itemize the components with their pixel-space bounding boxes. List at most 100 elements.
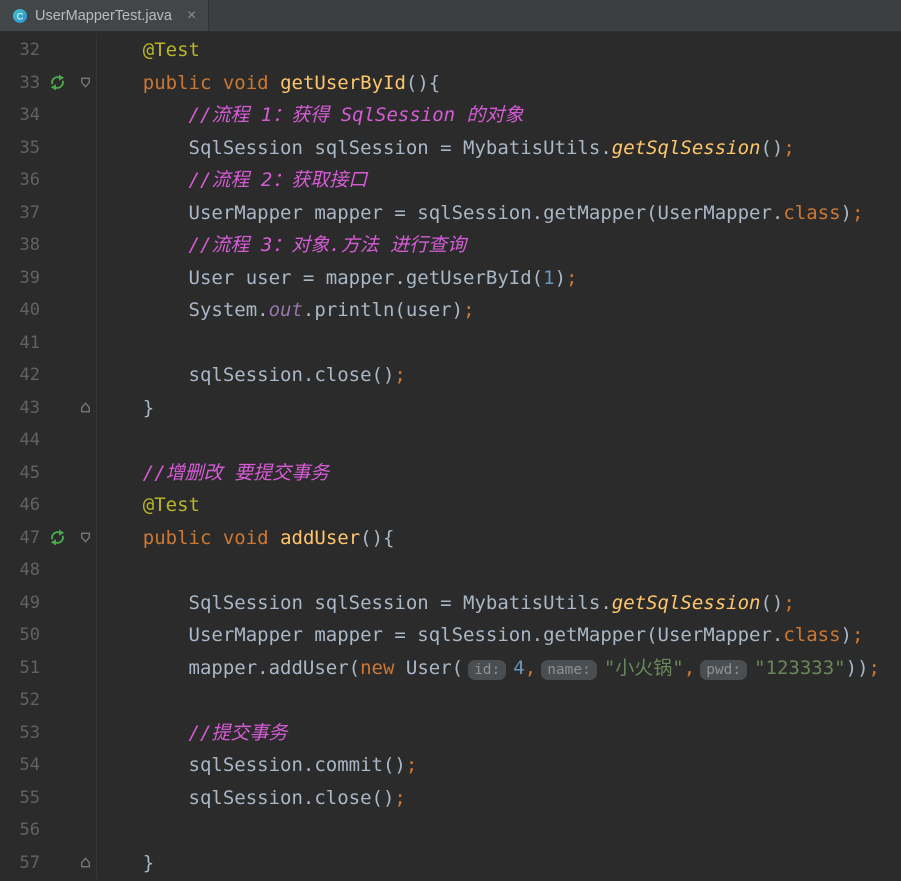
- line-number: 46: [19, 495, 40, 515]
- line-number: 39: [19, 267, 40, 288]
- static-field: out: [268, 299, 303, 321]
- code-content: //增删改 要提交事务: [97, 457, 329, 490]
- code-text: )): [845, 656, 869, 679]
- gutter: 33: [0, 66, 97, 99]
- keyword: new: [360, 656, 395, 679]
- code-content: @Test: [97, 34, 200, 67]
- code-line: 57 }: [0, 846, 901, 879]
- line-number: 35: [19, 137, 40, 158]
- java-class-icon: C: [12, 8, 28, 24]
- code-content: }: [97, 392, 154, 425]
- static-method-call: getSqlSession: [611, 591, 761, 614]
- code-text: sqlSession.commit(): [97, 754, 406, 776]
- code-content: //流程 2：获取接口: [97, 164, 368, 197]
- code-line: 41: [0, 326, 901, 359]
- code-line: 35 SqlSession sqlSession = MybatisUtils.…: [0, 131, 901, 165]
- line-number: 40: [19, 300, 40, 320]
- punctuation: ;: [405, 754, 418, 776]
- line-number: 43: [19, 397, 40, 418]
- code-text: User(: [394, 656, 464, 679]
- gutter: 39: [0, 261, 97, 294]
- string-literal: "123333": [754, 656, 846, 679]
- code-content: sqlSession.close();: [97, 359, 406, 392]
- line-number: 49: [19, 592, 40, 613]
- code-content: System.out.println(user);: [97, 294, 475, 327]
- tab-title: UserMapperTest.java: [35, 7, 172, 24]
- fold-end-icon[interactable]: [76, 400, 94, 415]
- punctuation: ;: [394, 786, 406, 809]
- comment: //增删改 要提交事务: [142, 461, 330, 484]
- svg-text:C: C: [17, 11, 24, 22]
- line-number: 55: [19, 787, 40, 808]
- code-line: 34 //流程 1：获得 SqlSession 的对象: [0, 99, 901, 132]
- tab-usermappertest[interactable]: C UserMapperTest.java ×: [0, 0, 210, 31]
- code-content: public void addUser(){: [97, 522, 395, 555]
- gutter: 52: [0, 684, 97, 717]
- code-content: User user = mapper.getUserById(1);: [97, 262, 578, 295]
- line-number: 34: [19, 105, 40, 125]
- run-test-icon[interactable]: [47, 74, 67, 91]
- line-number: 38: [19, 235, 40, 255]
- gutter: 35: [0, 131, 97, 164]
- gutter: 47: [0, 521, 97, 554]
- code-line: 40 System.out.println(user);: [0, 294, 901, 327]
- method-name: addUser: [280, 526, 361, 549]
- code-line: 51 mapper.addUser(new User(id: 4, name: "小火…: [0, 651, 901, 684]
- gutter: 43: [0, 391, 97, 424]
- line-number: 54: [19, 755, 40, 775]
- gutter: 41: [0, 326, 97, 359]
- gutter: 37: [0, 196, 97, 229]
- code-editor[interactable]: 32 @Test 33 public void getUserById(){34 …: [0, 32, 901, 881]
- line-number: 51: [19, 657, 40, 678]
- comment: //提交事务: [188, 721, 288, 744]
- code-text: mapper.addUser(: [97, 656, 361, 679]
- punctuation: ,: [683, 656, 696, 679]
- annotation: @Test: [142, 494, 200, 516]
- code-line: 53 //提交事务: [0, 716, 901, 749]
- punctuation: ;: [852, 624, 864, 646]
- fold-end-icon[interactable]: [76, 855, 94, 870]
- code-text: (): [760, 136, 784, 159]
- code-content: UserMapper mapper = sqlSession.getMapper…: [97, 619, 864, 652]
- gutter: 42: [0, 359, 97, 392]
- close-icon[interactable]: ×: [187, 7, 196, 24]
- fold-start-icon[interactable]: [76, 530, 94, 545]
- keyword: void: [222, 71, 269, 94]
- code-text: sqlSession.close(): [97, 786, 395, 809]
- keyword: public: [142, 71, 212, 94]
- line-number: 42: [19, 365, 40, 385]
- run-test-icon[interactable]: [47, 529, 67, 546]
- keyword: void: [222, 526, 269, 549]
- code-line: 38 //流程 3：对象.方法 进行查询: [0, 229, 901, 262]
- code-text: (){: [405, 71, 441, 94]
- editor-lines: 32 @Test 33 public void getUserById(){34 …: [0, 34, 901, 879]
- method-name: getUserById: [280, 71, 406, 94]
- code-line: 45 //增删改 要提交事务: [0, 456, 901, 490]
- code-content: public void getUserById(){: [97, 67, 440, 100]
- code-line: 49 SqlSession sqlSession = MybatisUtils.…: [0, 586, 901, 619]
- code-text: SqlSession sqlSession = MybatisUtils.: [97, 591, 612, 614]
- code-text: UserMapper mapper = sqlSession.getMapper…: [97, 201, 784, 224]
- code-content: SqlSession sqlSession = MybatisUtils.get…: [97, 132, 795, 165]
- gutter: 51: [0, 651, 97, 684]
- line-number: 57: [19, 852, 40, 873]
- number-literal: 1: [543, 266, 555, 289]
- fold-start-icon[interactable]: [76, 75, 94, 90]
- punctuation: ;: [394, 364, 406, 386]
- punctuation: ;: [783, 591, 795, 614]
- code-content: @Test: [97, 489, 200, 522]
- gutter: 54: [0, 749, 97, 782]
- punctuation: ;: [868, 656, 880, 679]
- code-line: 56: [0, 814, 901, 847]
- gutter: 55: [0, 781, 97, 814]
- code-content: //流程 1：获得 SqlSession 的对象: [97, 99, 524, 132]
